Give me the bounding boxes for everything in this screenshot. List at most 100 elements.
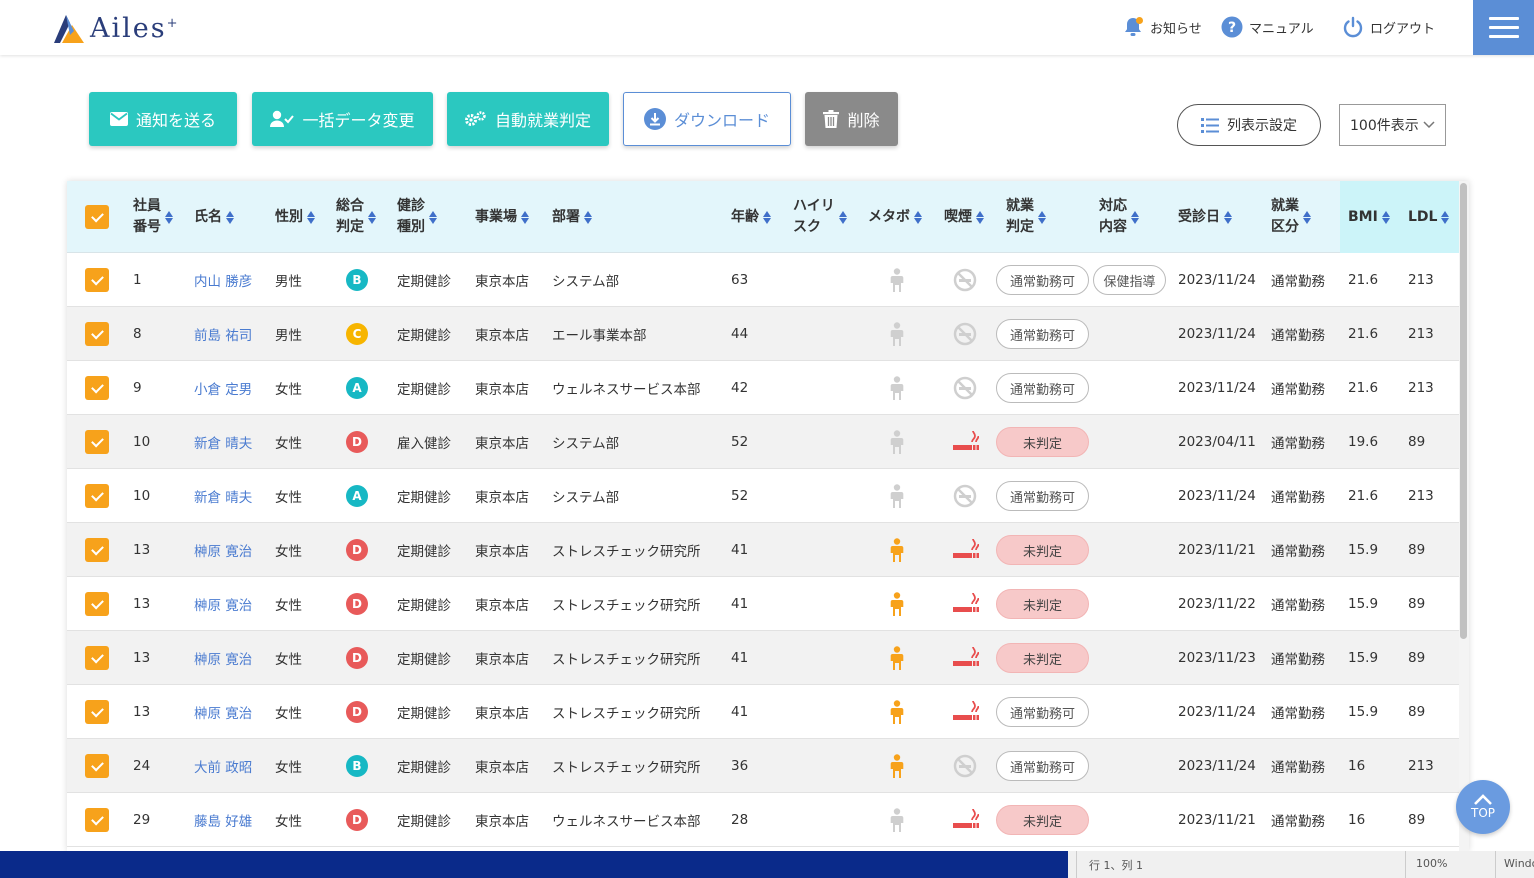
row-checkbox[interactable] <box>85 685 109 739</box>
table-row[interactable]: 10 新倉 晴夫 女性 A 定期健診 東京本店 システム部 52 通常勤務可 2023/11/24… <box>67 469 1459 523</box>
work-judgement[interactable]: 通常勤務可 <box>996 307 1089 361</box>
notice-link[interactable]: お知らせ <box>1122 14 1202 40</box>
row-checkbox[interactable] <box>85 631 109 685</box>
column-header-total[interactable]: 総合 判定 <box>336 181 376 253</box>
work-judgement[interactable]: 通常勤務可 <box>996 253 1089 307</box>
column-header-dept[interactable]: 部署 <box>552 181 592 253</box>
column-header-highrisk[interactable]: ハイリ スク <box>793 181 847 253</box>
column-header-emp_no[interactable]: 社員 番号 <box>133 181 173 253</box>
sort-icon[interactable] <box>521 210 529 224</box>
column-header-metabo[interactable]: メタボ <box>868 181 922 253</box>
sort-icon[interactable] <box>429 210 437 224</box>
hamburger-menu-button[interactable] <box>1473 0 1534 55</box>
department-cell: システム部 <box>552 274 620 290</box>
work-judgement[interactable]: 通常勤務可 <box>996 469 1089 523</box>
sort-icon[interactable] <box>914 210 922 224</box>
employee-name-link[interactable]: 榊原 寛治 <box>194 523 252 577</box>
employee-name-link[interactable]: 藤島 好雄 <box>194 793 252 847</box>
work-judgement[interactable]: 未判定 <box>996 793 1089 847</box>
column-setting-button[interactable]: 列表示設定 <box>1177 104 1321 146</box>
work-judgement[interactable]: 通常勤務可 <box>996 361 1089 415</box>
table-row[interactable]: 13 榊原 寛治 女性 D 定期健診 東京本店 ストレスチェック研究所 41 未判定 2023/1… <box>67 631 1459 685</box>
table-row[interactable]: 29 藤島 好雄 女性 D 定期健診 東京本店 ウェルネスサービス本部 28 未判定 2023/1… <box>67 793 1459 847</box>
column-header-action[interactable]: 対応 内容 <box>1099 181 1139 253</box>
column-header-name[interactable]: 氏名 <box>194 181 234 253</box>
column-header-age[interactable]: 年齢 <box>731 181 771 253</box>
scrollbar-thumb[interactable] <box>1460 183 1467 639</box>
sort-icon[interactable] <box>307 210 315 224</box>
row-checkbox[interactable] <box>85 307 109 361</box>
row-checkbox[interactable] <box>85 415 109 469</box>
column-header-date[interactable]: 受診日 <box>1178 181 1232 253</box>
employee-name-link[interactable]: 榊原 寛治 <box>194 631 252 685</box>
row-checkbox[interactable] <box>85 469 109 523</box>
sort-icon[interactable] <box>1381 210 1390 224</box>
sort-icon[interactable] <box>584 210 592 224</box>
column-header-bmi[interactable]: BMI <box>1348 181 1390 253</box>
sort-icon[interactable] <box>1038 210 1046 224</box>
column-header-label: 対応 内容 <box>1099 198 1127 235</box>
app-logo[interactable]: Ailes+ <box>52 10 180 46</box>
employee-name-link[interactable]: 榊原 寛治 <box>194 577 252 631</box>
row-checkbox[interactable] <box>85 253 109 307</box>
manual-link[interactable]: ? マニュアル <box>1221 14 1314 40</box>
row-checkbox[interactable] <box>85 577 109 631</box>
row-checkbox[interactable] <box>85 793 109 847</box>
table-row[interactable]: 10 新倉 晴夫 女性 D 雇入健診 東京本店 システム部 52 未判定 2023/04/11 通常… <box>67 415 1459 469</box>
download-button[interactable]: ダウンロード <box>623 92 791 146</box>
employee-name-link[interactable]: 小倉 定男 <box>194 361 252 415</box>
row-checkbox[interactable] <box>85 361 109 415</box>
table-row[interactable]: 13 榊原 寛治 女性 D 定期健診 東京本店 ストレスチェック研究所 41 通常勤務可 2023… <box>67 685 1459 739</box>
table-row[interactable]: 13 榊原 寛治 女性 D 定期健診 東京本店 ストレスチェック研究所 41 未判定 2023/1… <box>67 523 1459 577</box>
sort-icon[interactable] <box>1303 210 1311 224</box>
sort-icon[interactable] <box>1131 210 1139 224</box>
work-judgement[interactable]: 未判定 <box>996 577 1089 631</box>
column-header-exam_type[interactable]: 健診 種別 <box>397 181 437 253</box>
back-to-top-button[interactable]: TOP <box>1456 780 1510 834</box>
select-all-checkbox[interactable] <box>85 181 109 253</box>
table-row[interactable]: 8 前島 祐司 男性 C 定期健診 東京本店 エール事業本部 44 通常勤務可 2023/11/2… <box>67 307 1459 361</box>
employee-name-link[interactable]: 榊原 寛治 <box>194 685 252 739</box>
per-page-select[interactable]: 100件表示 <box>1339 104 1446 146</box>
employee-name-link[interactable]: 内山 勝彦 <box>194 253 252 307</box>
employee-name-link[interactable]: 大前 政昭 <box>194 739 252 793</box>
column-header-sex[interactable]: 性別 <box>275 181 315 253</box>
column-header-work[interactable]: 就業 判定 <box>1006 181 1046 253</box>
table-row[interactable]: 9 小倉 定男 女性 A 定期健診 東京本店 ウェルネスサービス本部 42 通常勤務可 2023/… <box>67 361 1459 415</box>
employee-name-link[interactable]: 新倉 晴夫 <box>194 415 252 469</box>
delete-button[interactable]: 削除 <box>805 92 898 146</box>
column-header-work_class[interactable]: 就業 区分 <box>1271 181 1311 253</box>
table-row[interactable]: 13 榊原 寛治 女性 D 定期健診 東京本店 ストレスチェック研究所 41 未判定 2023/1… <box>67 577 1459 631</box>
auto-judgement-button[interactable]: 自動就業判定 <box>447 92 609 146</box>
row-checkbox[interactable] <box>85 523 109 577</box>
bulk-edit-button[interactable]: 一括データ変更 <box>252 92 433 146</box>
table-row[interactable]: 24 大前 政昭 女性 B 定期健診 東京本店 ストレスチェック研究所 36 通常勤務可 2023… <box>67 739 1459 793</box>
person-icon <box>890 700 904 724</box>
work-judgement[interactable]: 未判定 <box>996 631 1089 685</box>
column-header-ldl[interactable]: LDL <box>1408 181 1450 253</box>
employee-name-link[interactable]: 前島 祐司 <box>194 307 252 361</box>
sort-icon[interactable] <box>368 210 376 224</box>
total-grade: D <box>346 577 368 631</box>
sort-icon[interactable] <box>1441 210 1450 224</box>
sort-icon[interactable] <box>165 210 173 224</box>
work-judgement[interactable]: 未判定 <box>996 415 1089 469</box>
sort-icon[interactable] <box>1224 210 1232 224</box>
work-judgement[interactable]: 通常勤務可 <box>996 685 1089 739</box>
sort-icon[interactable] <box>838 210 847 224</box>
sort-icon[interactable] <box>976 210 984 224</box>
employee-name-link[interactable]: 新倉 晴夫 <box>194 469 252 523</box>
column-header-site[interactable]: 事業場 <box>475 181 529 253</box>
sort-icon[interactable] <box>226 210 234 224</box>
row-checkbox[interactable] <box>85 739 109 793</box>
work-judgement[interactable]: 未判定 <box>996 523 1089 577</box>
send-notification-button[interactable]: 通知を送る <box>89 92 237 146</box>
action-content[interactable]: 保健指導 <box>1093 253 1166 307</box>
sex-cell: 女性 <box>275 706 302 722</box>
sort-icon[interactable] <box>763 210 771 224</box>
ldl-cell: 89 <box>1408 812 1426 828</box>
work-judgement[interactable]: 通常勤務可 <box>996 739 1089 793</box>
table-row[interactable]: 1 内山 勝彦 男性 B 定期健診 東京本店 システム部 63 通常勤務可 保健指導 2023/11… <box>67 253 1459 307</box>
logout-link[interactable]: ログアウト <box>1342 14 1435 40</box>
column-header-smoke[interactable]: 喫煙 <box>944 181 984 253</box>
